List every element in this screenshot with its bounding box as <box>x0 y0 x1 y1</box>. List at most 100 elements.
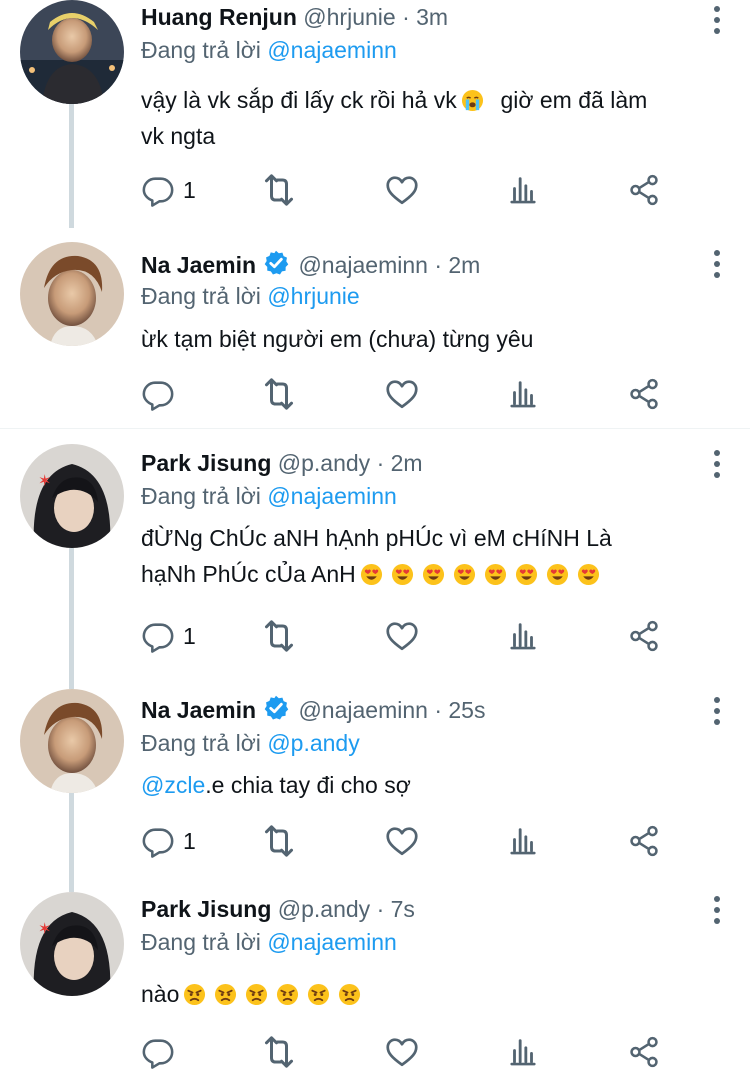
tweet-4[interactable]: Na Jaemin @najaeminn · 25s Đang trả lời … <box>0 689 750 892</box>
timestamp[interactable]: 7s <box>391 896 415 922</box>
like-button[interactable] <box>384 374 420 414</box>
author-name[interactable]: Park Jisung <box>141 450 271 476</box>
replying-to-mention[interactable]: @najaeminn <box>267 483 396 509</box>
share-icon <box>627 377 661 411</box>
tweet-3[interactable]: ✶ Park Jisung @p.andy · 2m Đang trả lời … <box>0 444 750 689</box>
author-name[interactable]: Na Jaemin <box>141 252 256 278</box>
like-button[interactable] <box>384 821 420 861</box>
tweet-mention[interactable]: @zcle <box>141 772 205 798</box>
more-icon[interactable] <box>712 697 722 725</box>
tweet-text: vậy là vk sắp đi lấy ck rồi hả vk giờ em… <box>141 82 731 154</box>
author-name[interactable]: Park Jisung <box>141 896 271 922</box>
analytics-icon <box>506 824 540 858</box>
reply-button[interactable]: 1 <box>141 170 196 210</box>
avatar-park-jisung[interactable]: ✶ <box>20 444 124 548</box>
reply-button[interactable]: 1 <box>141 616 196 656</box>
author-name[interactable]: Huang Renjun <box>141 4 297 30</box>
replying-to-mention[interactable]: @najaeminn <box>267 37 396 63</box>
reply-button[interactable] <box>141 374 183 414</box>
more-icon[interactable] <box>712 6 722 34</box>
heart-icon <box>384 618 420 654</box>
author-handle[interactable]: @p.andy <box>278 896 370 922</box>
avatar-na-jaemin[interactable] <box>20 242 124 346</box>
retweet-button[interactable] <box>259 374 299 414</box>
share-button[interactable] <box>627 616 661 656</box>
more-icon[interactable] <box>712 450 722 478</box>
like-button[interactable] <box>384 1032 420 1072</box>
timestamp[interactable]: 2m <box>391 450 423 476</box>
retweet-button[interactable] <box>259 170 299 210</box>
retweet-icon <box>259 1032 299 1072</box>
thread-line <box>69 104 74 228</box>
views-button[interactable] <box>506 616 540 656</box>
heart-eyes-emoji <box>515 563 538 586</box>
replying-to-mention[interactable]: @p.andy <box>267 730 359 756</box>
retweet-button[interactable] <box>259 616 299 656</box>
analytics-icon <box>506 377 540 411</box>
heart-icon <box>384 1034 420 1070</box>
share-button[interactable] <box>627 1032 661 1072</box>
timestamp[interactable]: 25s <box>448 697 485 723</box>
share-icon <box>627 619 661 653</box>
avatar-na-jaemin[interactable] <box>20 689 124 793</box>
reply-count: 1 <box>183 176 196 203</box>
retweet-icon <box>259 170 299 210</box>
tweet-header: Huang Renjun @hrjunie · 3m <box>141 0 448 34</box>
like-button[interactable] <box>384 616 420 656</box>
like-button[interactable] <box>384 170 420 210</box>
heart-icon <box>384 376 420 412</box>
views-button[interactable] <box>506 821 540 861</box>
avatar-huang-renjun[interactable] <box>20 0 124 104</box>
timestamp[interactable]: 2m <box>448 252 480 278</box>
replying-to: Đang trả lời @najaeminn <box>141 34 397 66</box>
views-button[interactable] <box>506 374 540 414</box>
reply-button[interactable]: 1 <box>141 821 196 861</box>
retweet-button[interactable] <box>259 1032 299 1072</box>
reply-count: 1 <box>183 622 196 649</box>
tweet-2[interactable]: Na Jaemin @najaeminn · 2m Đang trả lời @… <box>0 242 750 428</box>
views-button[interactable] <box>506 170 540 210</box>
timestamp[interactable]: 3m <box>416 4 448 30</box>
author-name[interactable]: Na Jaemin <box>141 697 256 723</box>
separator-dot: · <box>402 4 410 30</box>
tweet-actions: 1 <box>141 616 671 656</box>
share-button[interactable] <box>627 374 661 414</box>
tweet-header: Na Jaemin @najaeminn · 2m <box>141 248 480 282</box>
retweet-button[interactable] <box>259 821 299 861</box>
heart-eyes-emoji <box>484 563 507 586</box>
views-button[interactable] <box>506 1032 540 1072</box>
share-button[interactable] <box>627 821 661 861</box>
angry-face-emoji <box>338 983 361 1006</box>
angry-face-emoji <box>307 983 330 1006</box>
tweet-text-part: vậy là vk sắp đi lấy ck rồi hả vk <box>141 87 457 113</box>
tweet-5[interactable]: ✶ Park Jisung @p.andy · 7s Đang trả lời … <box>0 892 750 1066</box>
replying-to-mention[interactable]: @hrjunie <box>267 283 359 309</box>
tweet-text: ừk tạm biệt người em (chưa) từng yêu <box>141 326 534 352</box>
separator-dot: · <box>434 252 442 278</box>
replying-to: Đang trả lời @najaeminn <box>141 480 397 512</box>
angry-face-emoji <box>276 983 299 1006</box>
author-handle[interactable]: @najaeminn <box>298 697 427 723</box>
svg-text:✶: ✶ <box>38 919 51 938</box>
share-icon <box>627 1035 661 1069</box>
tweet-text: đỪNg ChÚc aNH hẠnh pHÚc vì eM cHíNH Là hạ… <box>141 520 731 592</box>
author-handle[interactable]: @najaeminn <box>298 252 427 278</box>
share-icon <box>627 173 661 207</box>
tweet-actions: 1 <box>141 821 671 861</box>
tweet-text: nào <box>141 976 731 1012</box>
author-handle[interactable]: @hrjunie <box>303 4 395 30</box>
angry-face-emoji <box>183 983 206 1006</box>
thread-divider <box>0 428 750 429</box>
more-icon[interactable] <box>712 250 722 278</box>
heart-eyes-emoji <box>546 563 569 586</box>
reply-button[interactable] <box>141 1032 183 1072</box>
share-button[interactable] <box>627 170 661 210</box>
replying-to-mention[interactable]: @najaeminn <box>267 929 396 955</box>
avatar-park-jisung[interactable]: ✶ <box>20 892 124 996</box>
tweet-1[interactable]: Huang Renjun @hrjunie · 3m Đang trả lời … <box>0 0 750 228</box>
more-icon[interactable] <box>712 896 722 924</box>
author-handle[interactable]: @p.andy <box>278 450 370 476</box>
heart-eyes-emoji <box>422 563 445 586</box>
replying-to-label: Đang trả lời <box>141 37 261 63</box>
replying-to-label: Đang trả lời <box>141 929 261 955</box>
